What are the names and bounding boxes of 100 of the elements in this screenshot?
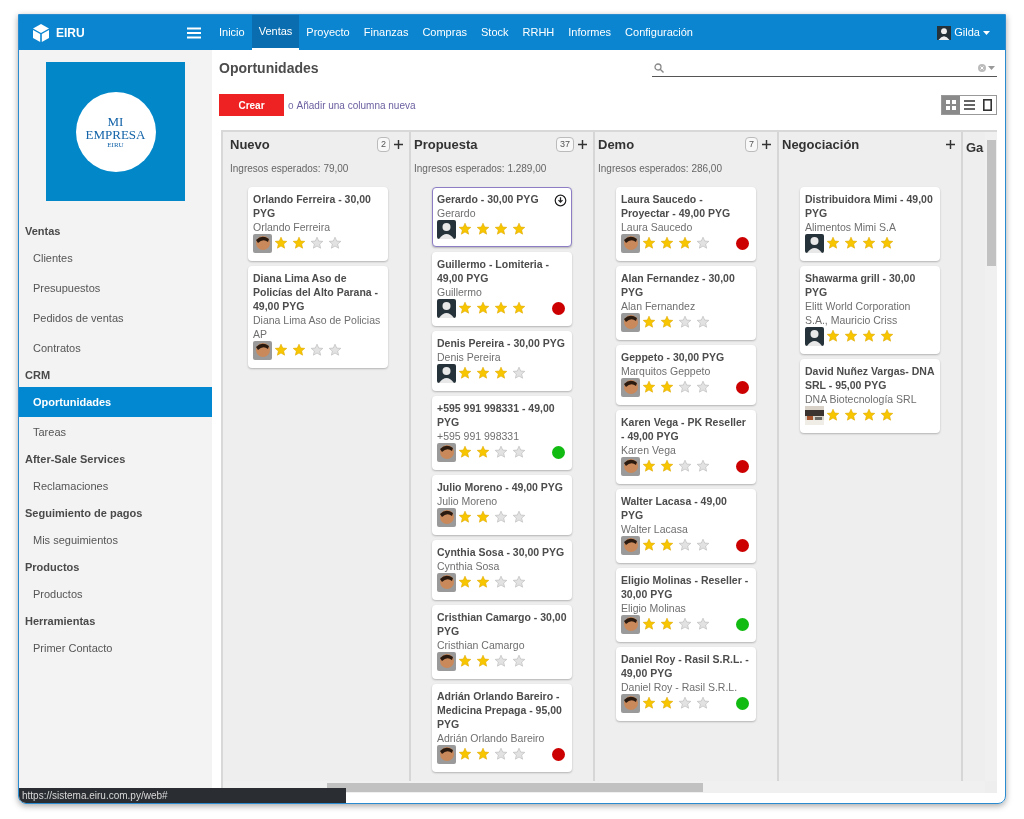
star-filled-icon[interactable] — [826, 408, 840, 422]
star-empty-icon[interactable] — [696, 538, 710, 552]
opportunity-card[interactable]: Distribuidora Mimi - 49,00 PYG Alimentos Mimi S.A — [800, 186, 940, 261]
star-empty-icon[interactable] — [678, 538, 692, 552]
star-filled-icon[interactable] — [476, 654, 490, 668]
add-icon[interactable] — [578, 140, 587, 150]
add-column-link[interactable]: Añadir una columna nueva — [296, 97, 416, 113]
star-empty-icon[interactable] — [494, 445, 508, 459]
opportunity-card[interactable]: David Nuñez Vargas- DNA SRL - 95,00 PYG DNA Biotecnología SRL — [800, 358, 940, 433]
star-filled-icon[interactable] — [880, 329, 894, 343]
star-empty-icon[interactable] — [310, 236, 324, 250]
star-filled-icon[interactable] — [660, 236, 674, 250]
view-switch-button[interactable] — [942, 96, 960, 114]
star-filled-icon[interactable] — [642, 236, 656, 250]
star-filled-icon[interactable] — [458, 575, 472, 589]
star-filled-icon[interactable] — [826, 236, 840, 250]
star-filled-icon[interactable] — [458, 222, 472, 236]
opportunity-card[interactable]: Shawarma grill - 30,00 PYG Elitt World Corporation S.A., Mauricio Criss — [800, 265, 940, 354]
nav-tab[interactable]: Inicio — [212, 15, 252, 50]
star-empty-icon[interactable] — [696, 380, 710, 394]
star-filled-icon[interactable] — [844, 329, 858, 343]
star-filled-icon[interactable] — [494, 222, 508, 236]
star-filled-icon[interactable] — [458, 366, 472, 380]
opportunity-card[interactable]: Walter Lacasa - 49,00 PYG Walter Lacasa — [616, 488, 756, 563]
sidebar-item[interactable]: Mis seguimientos — [19, 525, 212, 555]
opportunity-card[interactable]: Daniel Roy - Rasil S.R.L. - 49,00 PYG Daniel Roy - Rasil S.R.L. — [616, 646, 756, 721]
create-button[interactable]: Crear — [219, 94, 284, 116]
star-filled-icon[interactable] — [274, 343, 288, 357]
nav-tab[interactable]: Configuración — [618, 15, 700, 50]
opportunity-card[interactable]: +595 991 998331 - 49,00 PYG +595 991 998331 — [432, 395, 572, 470]
clear-icon[interactable] — [978, 63, 986, 72]
opportunity-card[interactable]: Karen Vega - PK Reseller - 49,00 PYG Karen Vega — [616, 409, 756, 484]
star-filled-icon[interactable] — [458, 445, 472, 459]
sidebar-item[interactable]: Presupuestos — [19, 273, 212, 303]
star-filled-icon[interactable] — [292, 343, 306, 357]
star-empty-icon[interactable] — [512, 366, 526, 380]
star-empty-icon[interactable] — [696, 696, 710, 710]
star-filled-icon[interactable] — [660, 459, 674, 473]
opportunity-card[interactable]: Guillermo - Lomiteria - 49,00 PYG Guillermo — [432, 251, 572, 326]
star-filled-icon[interactable] — [512, 222, 526, 236]
opportunity-card[interactable]: Orlando Ferreira - 30,00 PYG Orlando Ferreira — [248, 186, 388, 261]
opportunity-card[interactable]: Adrián Orlando Bareiro - Medicina Prepaga - 95,00 PYG Adrián Orlando Bareiro — [432, 683, 572, 772]
caret-icon[interactable] — [988, 65, 995, 70]
star-filled-icon[interactable] — [678, 236, 692, 250]
star-filled-icon[interactable] — [494, 366, 508, 380]
nav-tab[interactable]: Finanzas — [356, 15, 416, 50]
star-filled-icon[interactable] — [660, 380, 674, 394]
menu-icon[interactable] — [187, 26, 201, 39]
star-empty-icon[interactable] — [328, 343, 342, 357]
star-filled-icon[interactable] — [660, 617, 674, 631]
star-filled-icon[interactable] — [844, 236, 858, 250]
sidebar-item[interactable]: Primer Contacto — [19, 633, 212, 663]
add-icon[interactable] — [946, 140, 955, 150]
star-filled-icon[interactable] — [458, 747, 472, 761]
sidebar-item[interactable]: Pedidos de ventas — [19, 303, 212, 333]
star-filled-icon[interactable] — [642, 617, 656, 631]
sidebar-item[interactable]: Reclamaciones — [19, 471, 212, 501]
star-filled-icon[interactable] — [880, 408, 894, 422]
dropdown-circle-icon[interactable] — [554, 193, 567, 207]
star-empty-icon[interactable] — [328, 236, 342, 250]
star-filled-icon[interactable] — [274, 236, 288, 250]
star-filled-icon[interactable] — [476, 747, 490, 761]
star-filled-icon[interactable] — [660, 315, 674, 329]
star-filled-icon[interactable] — [642, 538, 656, 552]
star-empty-icon[interactable] — [696, 459, 710, 473]
star-empty-icon[interactable] — [494, 747, 508, 761]
star-empty-icon[interactable] — [512, 654, 526, 668]
star-empty-icon[interactable] — [494, 654, 508, 668]
star-empty-icon[interactable] — [512, 510, 526, 524]
sidebar-item[interactable]: Oportunidades — [19, 387, 212, 417]
star-filled-icon[interactable] — [458, 301, 472, 315]
nav-tab[interactable]: Stock — [474, 15, 516, 50]
star-filled-icon[interactable] — [642, 696, 656, 710]
star-empty-icon[interactable] — [696, 617, 710, 631]
star-filled-icon[interactable] — [458, 510, 472, 524]
user-menu[interactable]: Gilda — [937, 24, 990, 41]
star-filled-icon[interactable] — [862, 408, 876, 422]
star-filled-icon[interactable] — [476, 445, 490, 459]
nav-tab[interactable]: RRHH — [515, 15, 562, 50]
star-empty-icon[interactable] — [678, 459, 692, 473]
star-empty-icon[interactable] — [512, 575, 526, 589]
star-filled-icon[interactable] — [476, 222, 490, 236]
star-empty-icon[interactable] — [678, 380, 692, 394]
opportunity-card[interactable]: Diana Lima Aso de Policías del Alto Parana - 49,00 PYG Diana Lima Aso de Policias AP — [248, 265, 388, 368]
opportunity-card[interactable]: Cristhian Camargo - 30,00 PYG Cristhian Camargo — [432, 604, 572, 679]
star-filled-icon[interactable] — [642, 380, 656, 394]
nav-tab[interactable]: Compras — [415, 15, 474, 50]
star-filled-icon[interactable] — [494, 301, 508, 315]
star-empty-icon[interactable] — [494, 510, 508, 524]
sidebar-item[interactable]: Tareas — [19, 417, 212, 447]
star-empty-icon[interactable] — [678, 617, 692, 631]
opportunity-card[interactable]: Eligio Molinas - Reseller - 30,00 PYG Eligio Molinas — [616, 567, 756, 642]
nav-tab[interactable]: Ventas — [251, 15, 300, 50]
star-empty-icon[interactable] — [696, 315, 710, 329]
opportunity-card[interactable]: Laura Saucedo - Proyectar - 49,00 PYG Laura Saucedo — [616, 186, 756, 261]
sidebar-item[interactable]: Contratos — [19, 333, 212, 363]
sidebar-item[interactable]: Productos — [19, 579, 212, 609]
opportunity-card[interactable]: Alan Fernandez - 30,00 PYG Alan Fernandez — [616, 265, 756, 340]
opportunity-card[interactable]: Denis Pereira - 30,00 PYG Denis Pereira — [432, 330, 572, 391]
star-filled-icon[interactable] — [476, 575, 490, 589]
